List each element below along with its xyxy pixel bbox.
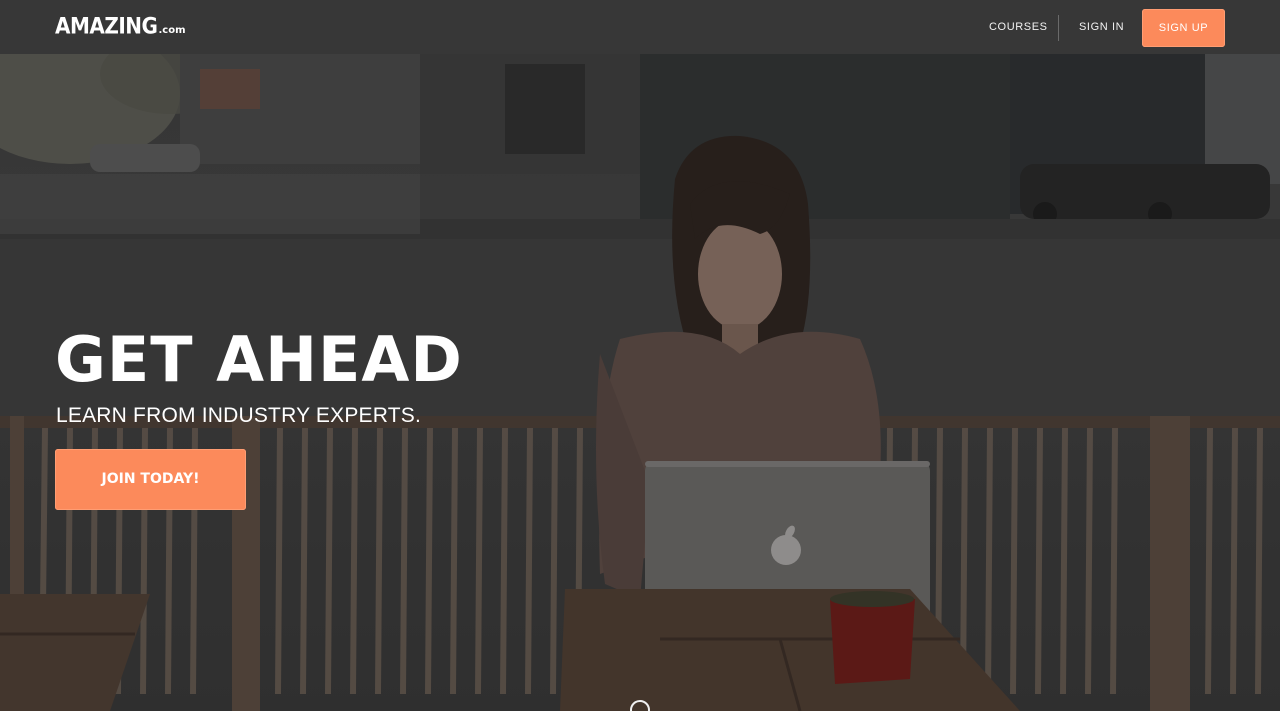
nav-divider (1058, 15, 1059, 41)
nav-courses-link[interactable]: COURSES (989, 0, 1048, 54)
hero-section: GET AHEAD LEARN FROM INDUSTRY EXPERTS. J… (0, 54, 1280, 711)
site-logo[interactable]: AMAZING .com (55, 12, 186, 40)
nav-signin-link[interactable]: SIGN IN (1079, 0, 1124, 54)
hero-subtitle: LEARN FROM INDUSTRY EXPERTS. (56, 404, 422, 427)
top-navbar: AMAZING .com COURSES SIGN IN SIGN UP (0, 0, 1280, 54)
join-today-button[interactable]: JOIN TODAY! (55, 449, 246, 510)
logo-text: AMAZING (55, 12, 158, 40)
logo-suffix: .com (158, 25, 186, 36)
signup-button[interactable]: SIGN UP (1142, 9, 1225, 47)
hero-title: GET AHEAD (55, 323, 463, 396)
